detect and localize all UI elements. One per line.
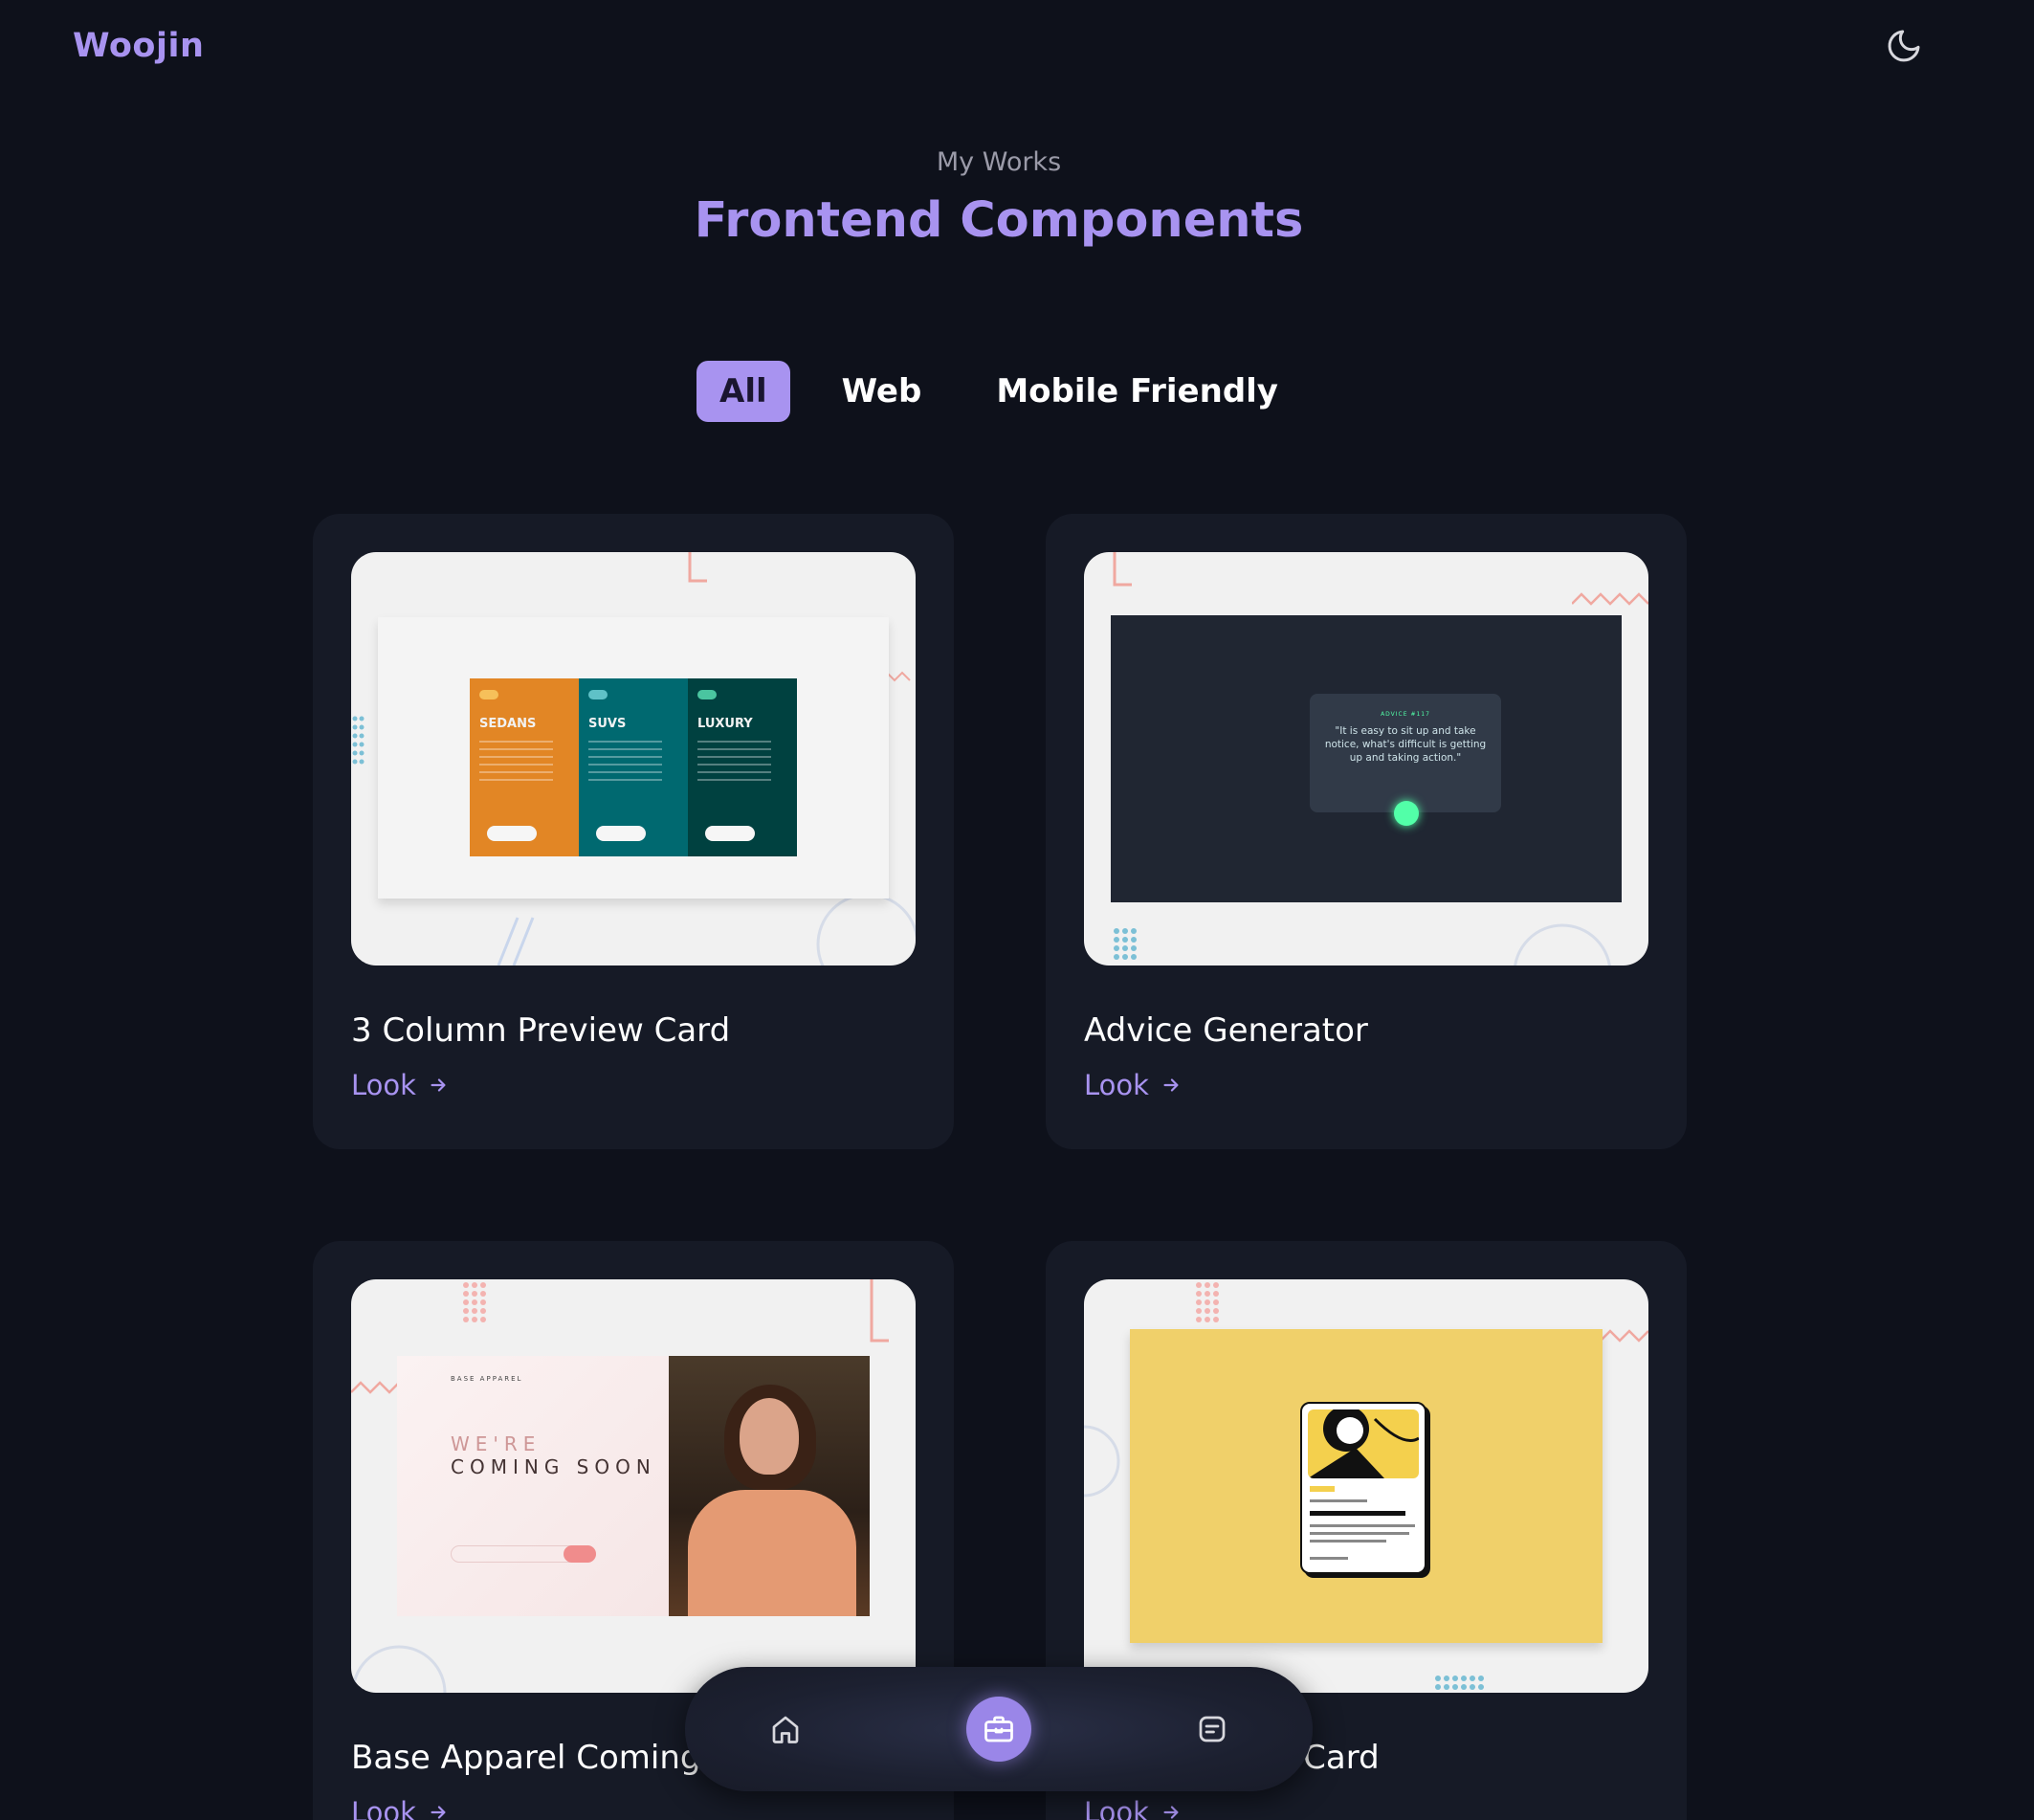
- briefcase-icon: [984, 1716, 1013, 1742]
- preview-advice-quote: "It is easy to sit up and take notice, w…: [1324, 725, 1487, 764]
- preview-blog-text: [1310, 1532, 1409, 1535]
- preview-learn-more: [705, 826, 755, 841]
- preview-column-heading: LUXURY: [697, 717, 753, 731]
- blog-illustration-shapes: [1308, 1409, 1419, 1478]
- preview-blog-illustration: [1308, 1409, 1419, 1478]
- decoration: [1601, 1329, 1648, 1343]
- filter-all[interactable]: All: [696, 361, 790, 422]
- look-link-label: Look: [1084, 1796, 1149, 1820]
- preview-photo-face: [740, 1398, 799, 1475]
- preview-blog-text: [1310, 1524, 1415, 1527]
- preview-column-sedans: SEDANS: [470, 678, 579, 856]
- preview-panel: ADVICE #117 "It is easy to sit up and ta…: [1111, 615, 1622, 902]
- project-thumbnail[interactable]: SEDANS SUVS LUXURY: [351, 552, 916, 965]
- project-thumbnail[interactable]: [1084, 1279, 1648, 1693]
- car-icon: [479, 690, 498, 699]
- preview-panel: BASE APPAREL WE'RE COMING SOON: [397, 1356, 669, 1616]
- preview-heading: WE'RE COMING SOON: [451, 1432, 656, 1478]
- section-subtitle: My Works: [936, 147, 1062, 177]
- nav-works-button[interactable]: [966, 1697, 1031, 1762]
- preview-blog-title: [1310, 1511, 1405, 1516]
- preview-column-text: [588, 741, 663, 783]
- section-title: Frontend Components: [694, 192, 1304, 249]
- look-link-label: Look: [1084, 1069, 1149, 1101]
- arrow-right-icon: [431, 1806, 446, 1819]
- decoration: [1114, 928, 1137, 960]
- nav-home-button[interactable]: [753, 1697, 818, 1762]
- decoration: [887, 671, 911, 682]
- decoration: [870, 1279, 889, 1343]
- decoration: [1514, 923, 1611, 965]
- arrow-right-icon: [1163, 1078, 1179, 1092]
- moon-icon: [1888, 30, 1920, 62]
- look-link[interactable]: Look: [1084, 1796, 1182, 1820]
- decoration: [463, 1282, 486, 1322]
- project-thumbnail[interactable]: BASE APPAREL WE'RE COMING SOON: [351, 1279, 916, 1693]
- look-link-label: Look: [351, 1069, 416, 1101]
- decoration: [1572, 592, 1648, 606]
- car-icon: [588, 690, 608, 699]
- preview-columns: SEDANS SUVS LUXURY: [470, 678, 797, 856]
- decoration: [497, 917, 535, 965]
- decoration: [352, 716, 365, 765]
- preview-learn-more: [596, 826, 646, 841]
- preview-learn-more: [487, 826, 537, 841]
- preview-blog-text: [1310, 1540, 1386, 1543]
- preview-photo: [669, 1356, 870, 1616]
- project-title: 3 Column Preview Card: [351, 1011, 731, 1050]
- preview-column-heading: SEDANS: [479, 717, 537, 731]
- theme-toggle-button[interactable]: [1883, 25, 1925, 67]
- preview-column-luxury: LUXURY: [688, 678, 797, 856]
- arrow-right-icon: [431, 1078, 446, 1092]
- preview-heading-light: WE'RE: [451, 1432, 542, 1455]
- filter-tabs: All Web Mobile Friendly: [0, 361, 1998, 422]
- preview-photo-shirt: [688, 1490, 856, 1616]
- message-icon: [1199, 1716, 1226, 1742]
- look-link[interactable]: Look: [351, 1069, 449, 1101]
- dice-icon: [1394, 801, 1419, 826]
- bottom-nav: [685, 1667, 1313, 1791]
- nav-blog-button[interactable]: [1180, 1697, 1245, 1762]
- filter-web[interactable]: Web: [819, 361, 945, 422]
- preview-column-text: [479, 741, 554, 783]
- section-heading: My Works Frontend Components: [0, 147, 1998, 249]
- decoration: [688, 552, 707, 583]
- decoration: [1435, 1676, 1484, 1690]
- decoration: [351, 1381, 399, 1394]
- preview-column-suvs: SUVS: [579, 678, 688, 856]
- filter-mobile-friendly[interactable]: Mobile Friendly: [973, 361, 1301, 422]
- project-card[interactable]: SEDANS SUVS LUXURY 3 Column Preview Card…: [313, 514, 954, 1149]
- arrow-right-icon: [1163, 1806, 1179, 1819]
- decoration: [1196, 1282, 1219, 1322]
- preview-blog-card: [1300, 1402, 1426, 1574]
- preview-advice-label: ADVICE #117: [1381, 711, 1430, 718]
- decoration: [1084, 1425, 1120, 1498]
- decoration: [351, 1645, 447, 1693]
- project-card[interactable]: ADVICE #117 "It is easy to sit up and ta…: [1046, 514, 1687, 1149]
- decoration: [816, 893, 916, 965]
- look-link[interactable]: Look: [351, 1796, 449, 1820]
- project-title: Advice Generator: [1084, 1011, 1368, 1050]
- preview-submit: [564, 1545, 596, 1563]
- preview-blog-tag: [1310, 1486, 1335, 1492]
- project-thumbnail[interactable]: ADVICE #117 "It is easy to sit up and ta…: [1084, 552, 1648, 965]
- preview-advice-card: ADVICE #117 "It is easy to sit up and ta…: [1310, 694, 1501, 826]
- look-link[interactable]: Look: [1084, 1069, 1182, 1101]
- preview-blog-author: [1310, 1557, 1348, 1560]
- home-icon: [772, 1716, 799, 1743]
- decoration: [1113, 552, 1132, 587]
- car-icon: [697, 690, 717, 699]
- preview-column-heading: SUVS: [588, 717, 627, 731]
- preview-column-text: [697, 741, 772, 783]
- preview-blog-date: [1310, 1499, 1367, 1502]
- preview-heading-bold: COMING SOON: [451, 1455, 656, 1478]
- header: Woojin: [0, 0, 2034, 96]
- look-link-label: Look: [351, 1796, 416, 1820]
- logo[interactable]: Woojin: [73, 27, 204, 65]
- preview-brand: BASE APPAREL: [451, 1375, 523, 1383]
